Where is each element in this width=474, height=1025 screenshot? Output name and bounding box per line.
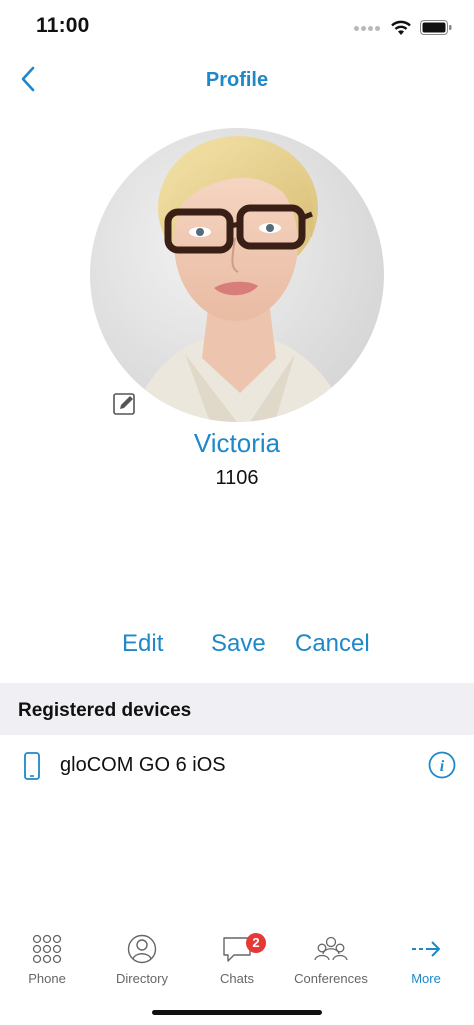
tab-label: Directory	[115, 971, 168, 986]
tab-label: More	[411, 971, 441, 986]
status-time: 11:00	[36, 14, 90, 37]
page-title: Profile	[205, 69, 269, 91]
arrow-right-icon	[412, 941, 440, 957]
profile-extension: 1106	[215, 467, 259, 489]
signal-icon	[354, 18, 382, 36]
edit-button[interactable]: Edit	[122, 630, 163, 658]
tab-label: Chats	[220, 971, 254, 986]
edit-photo-icon[interactable]	[112, 391, 138, 417]
wifi-icon	[391, 20, 411, 35]
battery-icon	[420, 19, 452, 35]
cancel-button[interactable]: Cancel	[295, 630, 370, 658]
save-button[interactable]: Save	[211, 630, 266, 658]
tab-chats[interactable]: Chats	[190, 930, 284, 986]
svg-text:i: i	[440, 758, 445, 775]
tab-phone[interactable]: Phone	[0, 930, 94, 986]
group-icon	[314, 936, 348, 961]
tab-label: Phone	[28, 971, 66, 986]
info-icon[interactable]: i	[428, 751, 456, 779]
dialpad-icon	[32, 934, 62, 964]
tab-label: Conferences	[294, 971, 368, 986]
mobile-phone-icon	[24, 752, 40, 780]
home-indicator	[152, 1010, 322, 1015]
device-name: gloCOM GO 6 iOS	[60, 754, 226, 776]
tab-conferences[interactable]: Conferences	[284, 930, 378, 986]
registered-devices-title: Registered devices	[18, 700, 192, 721]
unread-badge: 2	[246, 933, 266, 953]
tab-more[interactable]: More	[379, 930, 473, 986]
tab-directory[interactable]: Directory	[95, 930, 189, 986]
profile-avatar	[90, 128, 384, 422]
status-icons	[354, 16, 452, 38]
profile-name: Victoria	[193, 428, 281, 458]
contact-icon	[127, 934, 157, 964]
